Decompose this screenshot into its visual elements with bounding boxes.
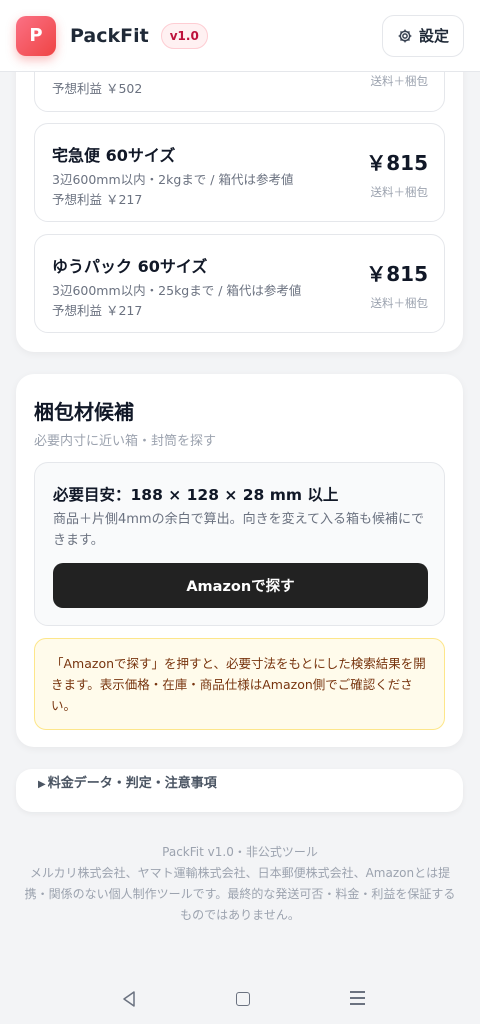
details-summary-label: 料金データ・判定・注意事項 <box>47 776 217 791</box>
shipping-option-yupack-60[interactable]: ゆうパック 60サイズ 3辺600mm以内・25kgまで / 箱代は参考値 予想… <box>34 234 445 333</box>
settings-label: 設定 <box>418 27 449 45</box>
shipping-option-price-note: 送料＋梱包 <box>370 296 429 310</box>
shipping-option-profit: 予想利益 ￥217 <box>52 192 143 207</box>
amazon-search-button[interactable]: Amazonで探す <box>53 563 428 608</box>
shipping-option-price-note: 送料＋梱包 <box>370 185 429 199</box>
footer-disclaimer: メルカリ株式会社、ヤマト運輸株式会社、日本郵便株式会社、Amazonとは提携・関… <box>24 866 456 922</box>
shipping-option-spec: 3辺600mm以内・25kgまで / 箱代は参考値 <box>52 283 302 298</box>
back-triangle-icon[interactable] <box>121 990 137 1008</box>
shipping-option-takkyubin-60[interactable]: 宅急便 60サイズ 3辺600mm以内・2kgまで / 箱代は参考値 予想利益 … <box>34 123 445 222</box>
section-subtitle: 必要内寸に近い箱・封筒を探す <box>34 434 217 449</box>
shipping-option-spec: 3辺600mm以内・2kgまで / 箱代は参考値 <box>52 172 294 187</box>
shipping-option-price-note: 送料＋梱包 <box>370 74 429 88</box>
shipping-option-profit: 予想利益 ￥502 <box>52 81 143 96</box>
system-nav-bar <box>0 980 480 1024</box>
packing-materials-card: 梱包材候補 必要内寸に近い箱・封筒を探す 必要目安：188 × 128 × 28… <box>16 374 463 747</box>
triangle-right-icon: ▶ <box>38 779 46 790</box>
app-logo: P <box>16 15 56 56</box>
shipping-option-price: ￥815 <box>366 262 428 286</box>
shipping-options-card: 予想利益 ￥502 送料＋梱包 宅急便 60サイズ 3辺600mm以内・2kgま… <box>16 40 463 352</box>
app-header: P PackFit v1.0 設定 <box>0 0 480 72</box>
section-title: 梱包材候補 <box>34 400 134 424</box>
requirement-description: 商品＋片側4mmの余白で算出。向きを変えて入る箱も候補にできます。 <box>53 512 424 548</box>
home-square-icon[interactable] <box>236 992 250 1006</box>
version-badge: v1.0 <box>160 22 208 49</box>
menu-lines-icon[interactable] <box>350 991 365 1009</box>
details-disclosure[interactable]: ▶ 料金データ・判定・注意事項 <box>16 769 463 812</box>
gear-icon <box>398 29 412 42</box>
shipping-option-profit: 予想利益 ￥217 <box>52 303 143 318</box>
footer: PackFit v1.0・非公式ツール メルカリ株式会社、ヤマト運輸株式会社、日… <box>20 842 460 926</box>
shipping-option-name: 宅急便 60サイズ <box>52 146 176 165</box>
footer-title: PackFit v1.0・非公式ツール <box>162 845 318 859</box>
requirement-title: 必要目安：188 × 128 × 28 mm 以上 <box>53 486 339 504</box>
amazon-notice: 「Amazonで探す」を押すと、必要寸法をもとにした検索結果を開きます。表示価格… <box>34 638 445 730</box>
app-name: PackFit <box>70 24 149 47</box>
requirement-box: 必要目安：188 × 128 × 28 mm 以上 商品＋片側4mmの余白で算出… <box>34 462 445 626</box>
settings-button[interactable]: 設定 <box>381 14 464 57</box>
details-summary[interactable]: ▶ 料金データ・判定・注意事項 <box>38 772 217 791</box>
shipping-option-price: ￥815 <box>366 151 428 175</box>
shipping-option-name: ゆうパック 60サイズ <box>52 257 208 276</box>
